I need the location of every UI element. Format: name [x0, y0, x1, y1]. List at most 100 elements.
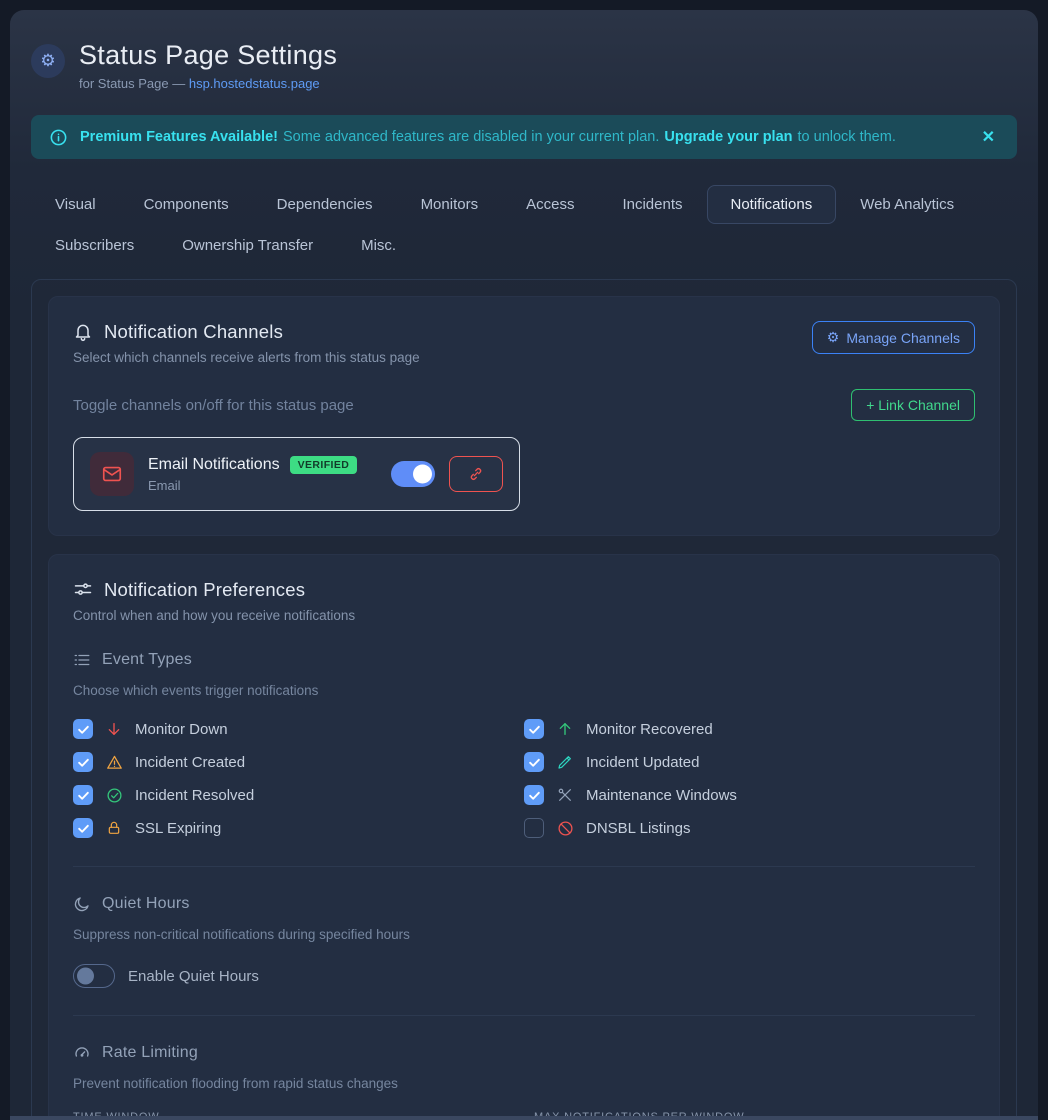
manage-channels-button[interactable]: ⚙ Manage Channels	[812, 321, 975, 354]
checkbox[interactable]	[524, 719, 544, 739]
ban-icon	[556, 820, 574, 837]
unlink-channel-button[interactable]	[449, 456, 503, 492]
close-icon[interactable]: ✕	[978, 123, 999, 151]
checkbox[interactable]	[524, 785, 544, 805]
arrow-down-icon	[105, 721, 123, 737]
event-row-maintenance-windows: Maintenance Windows	[524, 784, 975, 806]
event-row-monitor-down: Monitor Down	[73, 718, 524, 740]
tab-dependencies[interactable]: Dependencies	[253, 185, 397, 224]
event-label: Monitor Down	[135, 721, 228, 738]
verified-badge: VERIFIED	[290, 456, 358, 474]
premium-banner: Premium Features Available! Some advanced…	[31, 115, 1017, 159]
checkbox[interactable]	[73, 719, 93, 739]
banner-message: Some advanced features are disabled in y…	[283, 129, 659, 145]
email-channel-card: Email Notifications VERIFIED Email	[73, 437, 520, 511]
gear-avatar: ⚙	[31, 44, 65, 78]
page-subtitle: for Status Page — hsp.hostedstatus.page	[79, 76, 337, 91]
tab-access[interactable]: Access	[502, 185, 598, 224]
event-row-incident-updated: Incident Updated	[524, 751, 975, 773]
quiet-hours-header: Quiet Hours	[73, 895, 975, 913]
banner-title: Premium Features Available!	[80, 129, 278, 145]
subtitle-prefix: for Status Page —	[79, 76, 189, 91]
quiet-hours-subtitle: Suppress non-critical notifications duri…	[73, 927, 975, 942]
quiet-hours-toggle[interactable]	[73, 964, 115, 988]
divider	[73, 866, 975, 867]
event-row-incident-created: Incident Created	[73, 751, 524, 773]
notifications-tab-panel: Notification Channels Select which chann…	[31, 279, 1017, 1120]
banner-text: Premium Features Available! Some advanced…	[80, 129, 966, 145]
checkbox[interactable]	[73, 818, 93, 838]
sliders-icon	[73, 580, 93, 600]
rate-limiting-header: Rate Limiting	[73, 1044, 975, 1062]
tools-icon	[556, 787, 574, 803]
channels-title: Notification Channels	[104, 321, 283, 343]
info-icon	[49, 128, 68, 147]
event-label: Incident Resolved	[135, 787, 254, 804]
tab-components[interactable]: Components	[120, 185, 253, 224]
link-channel-button[interactable]: + Link Channel	[851, 389, 975, 421]
event-label: Monitor Recovered	[586, 721, 713, 738]
toggle-hint: Toggle channels on/off for this status p…	[73, 397, 354, 414]
preferences-subtitle: Control when and how you receive notific…	[73, 608, 975, 623]
upgrade-plan-link[interactable]: Upgrade your plan	[664, 129, 792, 145]
event-label: Maintenance Windows	[586, 787, 737, 804]
event-row-dnsbl-listings: DNSBL Listings	[524, 817, 975, 839]
page-header: ⚙ Status Page Settings for Status Page —…	[31, 40, 1017, 91]
checkbox[interactable]	[524, 818, 544, 838]
arrow-up-icon	[556, 721, 574, 737]
moon-icon	[73, 895, 91, 913]
event-row-monitor-recovered: Monitor Recovered	[524, 718, 975, 740]
event-row-incident-resolved: Incident Resolved	[73, 784, 524, 806]
preferences-title: Notification Preferences	[104, 579, 305, 601]
tab-subscribers[interactable]: Subscribers	[31, 226, 158, 265]
email-icon	[90, 452, 134, 496]
list-icon	[73, 651, 91, 669]
rate-limiting-subtitle: Prevent notification flooding from rapid…	[73, 1076, 975, 1091]
channel-type: Email	[148, 478, 377, 493]
pencil-icon	[556, 754, 574, 770]
event-row-ssl-expiring: SSL Expiring	[73, 817, 524, 839]
tab-visual[interactable]: Visual	[31, 185, 120, 224]
gear-icon: ⚙	[827, 329, 840, 346]
tab-notifications[interactable]: Notifications	[707, 185, 837, 224]
checkbox[interactable]	[73, 752, 93, 772]
checkbox[interactable]	[524, 752, 544, 772]
event-label: SSL Expiring	[135, 820, 221, 837]
tab-misc[interactable]: Misc.	[337, 226, 420, 265]
event-label: DNSBL Listings	[586, 820, 691, 837]
email-channel-toggle[interactable]	[391, 461, 435, 487]
link-channel-label: + Link Channel	[866, 397, 960, 413]
bell-icon	[73, 322, 93, 342]
notification-preferences-card: Notification Preferences Control when an…	[48, 554, 1000, 1120]
gear-icon: ⚙	[40, 51, 55, 71]
check-circle-icon	[105, 787, 123, 804]
settings-panel: ⚙ Status Page Settings for Status Page —…	[10, 10, 1038, 1120]
tab-monitors[interactable]: Monitors	[397, 185, 503, 224]
tab-incidents[interactable]: Incidents	[598, 185, 706, 224]
manage-channels-label: Manage Channels	[846, 330, 960, 346]
event-types-subtitle: Choose which events trigger notification…	[73, 683, 975, 698]
divider	[73, 1015, 975, 1016]
event-types-title: Event Types	[102, 651, 192, 669]
bottom-scroll-strip[interactable]	[10, 1116, 1038, 1120]
quiet-hours-toggle-label: Enable Quiet Hours	[128, 968, 259, 985]
checkbox[interactable]	[73, 785, 93, 805]
gauge-icon	[73, 1044, 91, 1062]
quiet-hours-title: Quiet Hours	[102, 895, 190, 913]
channel-name: Email Notifications	[148, 456, 280, 474]
tab-ownership-transfer[interactable]: Ownership Transfer	[158, 226, 337, 265]
page-title: Status Page Settings	[79, 40, 337, 71]
channels-subtitle: Select which channels receive alerts fro…	[73, 350, 420, 365]
event-types-header: Event Types	[73, 651, 975, 669]
chain-link-icon	[468, 466, 484, 482]
tab-web-analytics[interactable]: Web Analytics	[836, 185, 978, 224]
event-label: Incident Created	[135, 754, 245, 771]
rate-limiting-title: Rate Limiting	[102, 1044, 198, 1062]
warning-icon	[105, 754, 123, 771]
event-types-grid: Monitor Down Monitor Recovered Incident …	[73, 718, 975, 839]
banner-suffix: to unlock them.	[798, 129, 896, 145]
notification-channels-card: Notification Channels Select which chann…	[48, 296, 1000, 536]
settings-tabs: Visual Components Dependencies Monitors …	[31, 185, 1017, 265]
lock-icon	[105, 820, 123, 836]
status-page-link[interactable]: hsp.hostedstatus.page	[189, 76, 320, 91]
